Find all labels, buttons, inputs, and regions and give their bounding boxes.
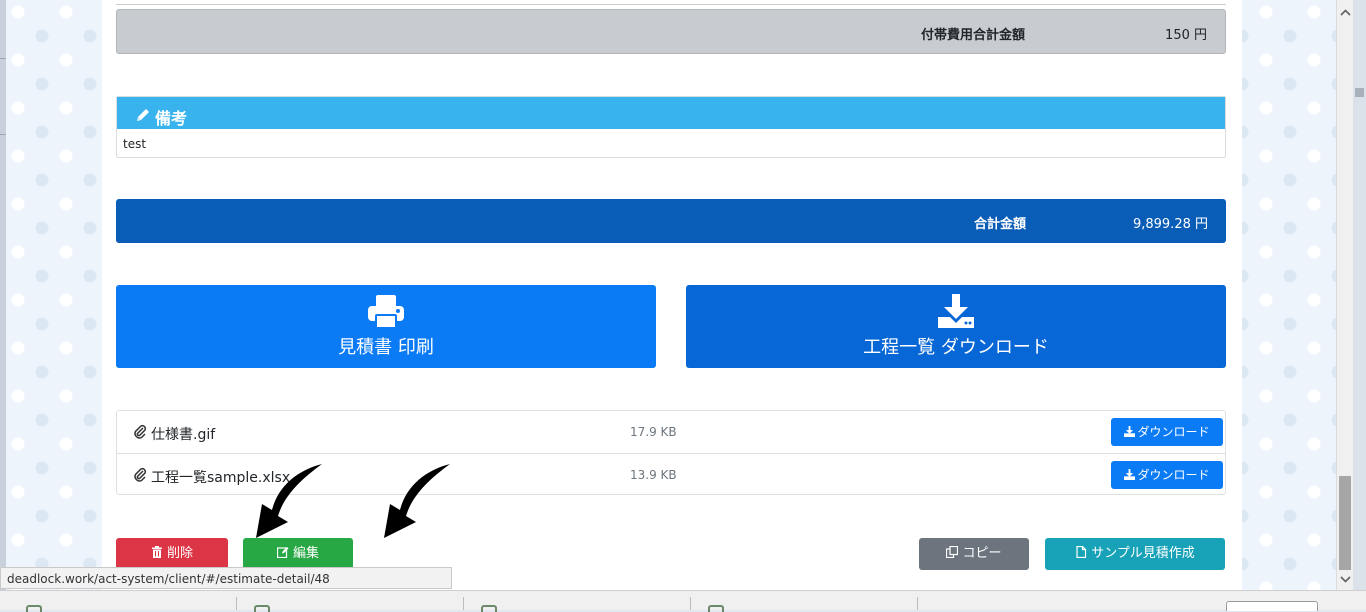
taskbar — [0, 590, 1366, 612]
attachment-download-button[interactable]: ダウンロード — [1111, 461, 1223, 489]
edit-label: 編集 — [292, 546, 319, 561]
download-icon — [1124, 426, 1136, 437]
download-icon — [938, 294, 974, 328]
grand-total-label: 合計金額 — [973, 217, 1026, 232]
pencil-icon — [137, 109, 149, 121]
edit-button[interactable]: 編集 — [243, 538, 353, 570]
taskbar-separator — [690, 597, 691, 610]
remarks-title: 備考 — [155, 109, 188, 128]
taskbar-separator — [463, 597, 464, 610]
print-estimate-button[interactable]: 見積書 印刷 — [116, 285, 656, 368]
create-sample-estimate-label: サンプル見積作成 — [1091, 546, 1195, 561]
copy-label: コピー — [962, 546, 1002, 561]
right-window-edge — [1353, 0, 1366, 609]
process-list-download-button[interactable]: 工程一覧 ダウンロード — [686, 285, 1226, 368]
edit-icon — [276, 547, 289, 558]
attachment-download-label: ダウンロード — [1137, 425, 1210, 439]
taskbar-button[interactable] — [1226, 601, 1318, 611]
remarks-body: test — [123, 137, 147, 151]
create-sample-estimate-button[interactable]: サンプル見積作成 — [1045, 538, 1225, 570]
attachment-list: 仕様書.gif 17.9 KB ダウンロード 工程一覧sample.xlsx 1… — [116, 410, 1226, 495]
status-bar-url: deadlock.work/act-system/client/#/estima… — [0, 567, 452, 589]
attachment-row: 仕様書.gif 17.9 KB ダウンロード — [117, 411, 1225, 454]
browser-viewport: 付帯費用合計金額 150 円 備考 test 合計金額 9,899.28 円 見… — [6, 0, 1336, 590]
scroll-up-icon[interactable] — [1337, 6, 1354, 20]
additional-cost-total-row: 付帯費用合計金額 150 円 — [116, 9, 1226, 54]
attachment-row: 工程一覧sample.xlsx 13.9 KB ダウンロード — [117, 454, 1225, 496]
additional-cost-label: 付帯費用合計金額 — [920, 28, 1025, 43]
grand-total-row: 合計金額 9,899.28 円 — [116, 199, 1226, 243]
additional-cost-value: 150 円 — [1165, 28, 1207, 43]
delete-label: 削除 — [166, 546, 193, 561]
paperclip-icon — [134, 424, 147, 439]
scrollbar-thumb[interactable] — [1339, 476, 1351, 570]
file-icon — [1076, 546, 1087, 558]
attachment-download-label: ダウンロード — [1137, 468, 1210, 482]
table-bottom-border — [116, 4, 1226, 5]
attachment-size: 17.9 KB — [630, 425, 677, 439]
vertical-scrollbar[interactable] — [1336, 0, 1354, 590]
attachment-download-button[interactable]: ダウンロード — [1111, 418, 1223, 446]
print-estimate-label: 見積書 印刷 — [338, 337, 434, 358]
copy-icon — [946, 546, 959, 558]
trash-icon — [151, 546, 162, 558]
taskbar-separator — [236, 597, 237, 610]
process-list-download-label: 工程一覧 ダウンロード — [863, 337, 1049, 358]
download-icon — [1124, 469, 1136, 480]
attachment-name[interactable]: 仕様書.gif — [151, 424, 215, 444]
paperclip-icon — [134, 467, 147, 482]
taskbar-separator — [917, 597, 918, 610]
attachment-name[interactable]: 工程一覧sample.xlsx — [151, 467, 290, 487]
delete-button[interactable]: 削除 — [116, 538, 228, 570]
remarks-card: 備考 test — [116, 96, 1226, 158]
attachment-size: 13.9 KB — [630, 468, 677, 482]
remarks-header: 備考 — [117, 97, 1225, 129]
grand-total-value: 9,899.28 円 — [1132, 217, 1208, 232]
scroll-down-icon[interactable] — [1337, 572, 1354, 586]
estimate-detail-panel: 付帯費用合計金額 150 円 備考 test 合計金額 9,899.28 円 見… — [102, 0, 1242, 590]
copy-button[interactable]: コピー — [919, 538, 1029, 570]
window-edge-marker — [1355, 88, 1364, 97]
printer-icon — [368, 295, 404, 329]
